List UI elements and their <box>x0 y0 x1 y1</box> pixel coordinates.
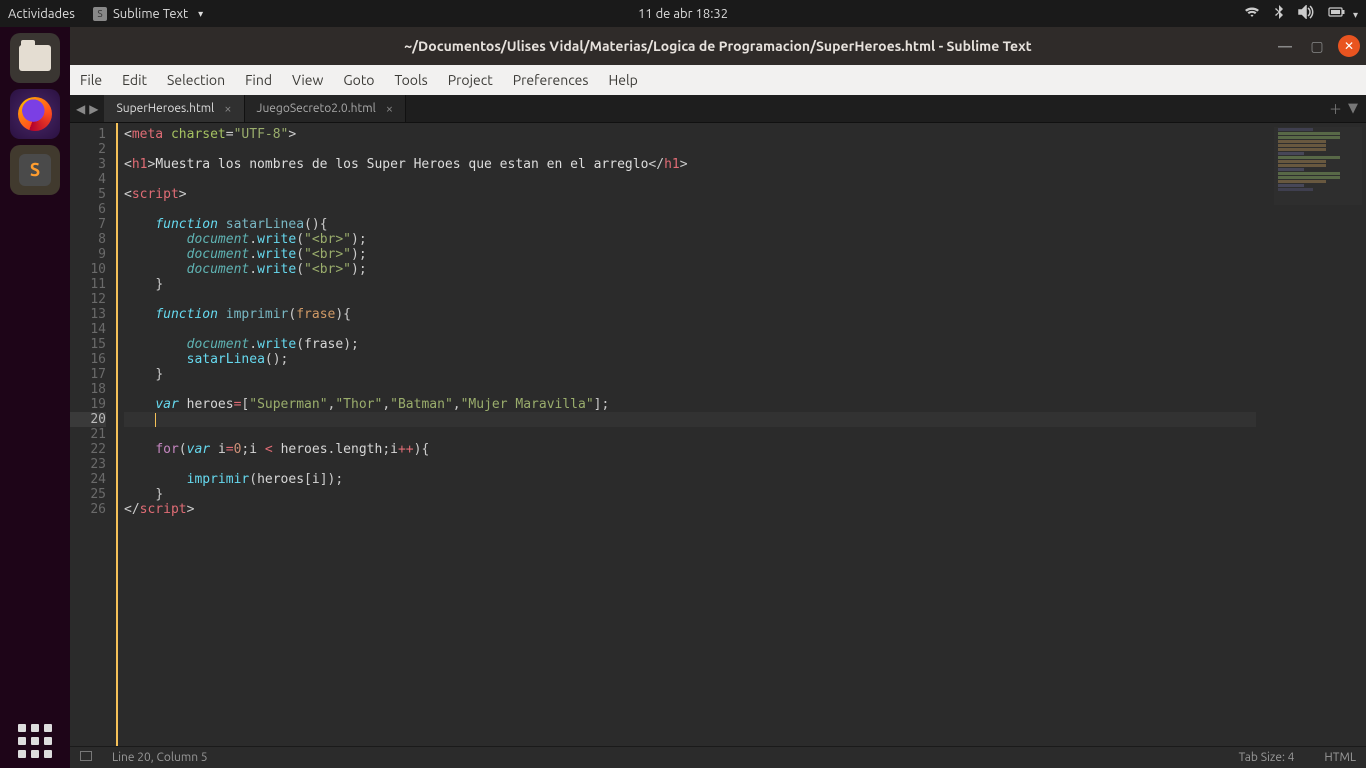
gnome-top-panel: Actividades S Sublime Text 11 de abr 18:… <box>0 0 1366 27</box>
maximize-button[interactable]: ▢ <box>1306 35 1328 57</box>
tab-juegosecreto[interactable]: JuegoSecreto2.0.html × <box>245 95 407 122</box>
minimize-button[interactable]: — <box>1274 35 1296 57</box>
menu-bar: File Edit Selection Find View Goto Tools… <box>70 65 1366 95</box>
activities-button[interactable]: Actividades <box>8 7 75 21</box>
sublime-window: ~/Documentos/Ulises Vidal/Materias/Logic… <box>70 27 1366 768</box>
new-tab-button[interactable]: ＋ <box>1329 99 1342 118</box>
tab-bar: ◀ ▶ SuperHeroes.html × JuegoSecreto2.0.h… <box>70 95 1366 123</box>
menu-view[interactable]: View <box>292 72 323 88</box>
menu-edit[interactable]: Edit <box>122 72 147 88</box>
sublime-icon: S <box>19 154 51 186</box>
menu-selection[interactable]: Selection <box>167 72 225 88</box>
folder-icon <box>19 45 51 71</box>
tab-label: SuperHeroes.html <box>116 102 214 115</box>
volume-icon[interactable] <box>1298 5 1314 22</box>
minimap-preview <box>1274 127 1362 205</box>
menu-find[interactable]: Find <box>245 72 272 88</box>
status-bar: Line 20, Column 5 Tab Size: 4 HTML <box>70 746 1366 768</box>
tab-history-forward[interactable]: ▶ <box>89 102 98 116</box>
code-content[interactable]: <meta charset="UTF-8"> <h1>Muestra los n… <box>116 123 1256 746</box>
sublime-small-icon: S <box>93 7 107 21</box>
menu-project[interactable]: Project <box>448 72 493 88</box>
tab-superheroes[interactable]: SuperHeroes.html × <box>104 95 244 122</box>
minimap[interactable] <box>1256 123 1366 746</box>
line-number-gutter[interactable]: 1234567891011121314151617181920212223242… <box>70 123 116 746</box>
menu-file[interactable]: File <box>80 72 102 88</box>
sidebar-toggle-icon[interactable] <box>80 751 98 764</box>
syntax-setting[interactable]: HTML <box>1324 751 1356 764</box>
cursor-position[interactable]: Line 20, Column 5 <box>112 751 208 764</box>
launcher-dock: S <box>0 27 70 768</box>
active-app-menu[interactable]: S Sublime Text <box>93 7 203 21</box>
menu-help[interactable]: Help <box>608 72 637 88</box>
wifi-icon[interactable] <box>1244 6 1260 21</box>
menu-preferences[interactable]: Preferences <box>513 72 589 88</box>
close-icon[interactable]: × <box>386 102 393 116</box>
power-menu[interactable] <box>1328 6 1358 21</box>
firefox-icon <box>18 97 52 131</box>
bluetooth-icon[interactable] <box>1274 5 1284 22</box>
active-app-name: Sublime Text <box>113 7 188 21</box>
editor-area[interactable]: 1234567891011121314151617181920212223242… <box>70 123 1366 746</box>
apps-grid-icon <box>18 724 52 758</box>
dock-show-applications[interactable] <box>18 724 52 758</box>
close-button[interactable]: ✕ <box>1338 35 1360 57</box>
window-titlebar[interactable]: ~/Documentos/Ulises Vidal/Materias/Logic… <box>70 27 1366 65</box>
close-icon[interactable]: × <box>224 102 231 116</box>
tab-history-back[interactable]: ◀ <box>76 102 85 116</box>
tab-label: JuegoSecreto2.0.html <box>257 102 376 115</box>
dock-files[interactable] <box>10 33 60 83</box>
tab-overflow-button[interactable]: ▼ <box>1348 101 1358 116</box>
dock-sublime[interactable]: S <box>10 145 60 195</box>
tab-size-setting[interactable]: Tab Size: 4 <box>1239 751 1295 764</box>
menu-goto[interactable]: Goto <box>343 72 374 88</box>
dock-firefox[interactable] <box>10 89 60 139</box>
clock[interactable]: 11 de abr 18:32 <box>638 7 728 21</box>
menu-tools[interactable]: Tools <box>395 72 428 88</box>
window-title: ~/Documentos/Ulises Vidal/Materias/Logic… <box>404 38 1031 54</box>
